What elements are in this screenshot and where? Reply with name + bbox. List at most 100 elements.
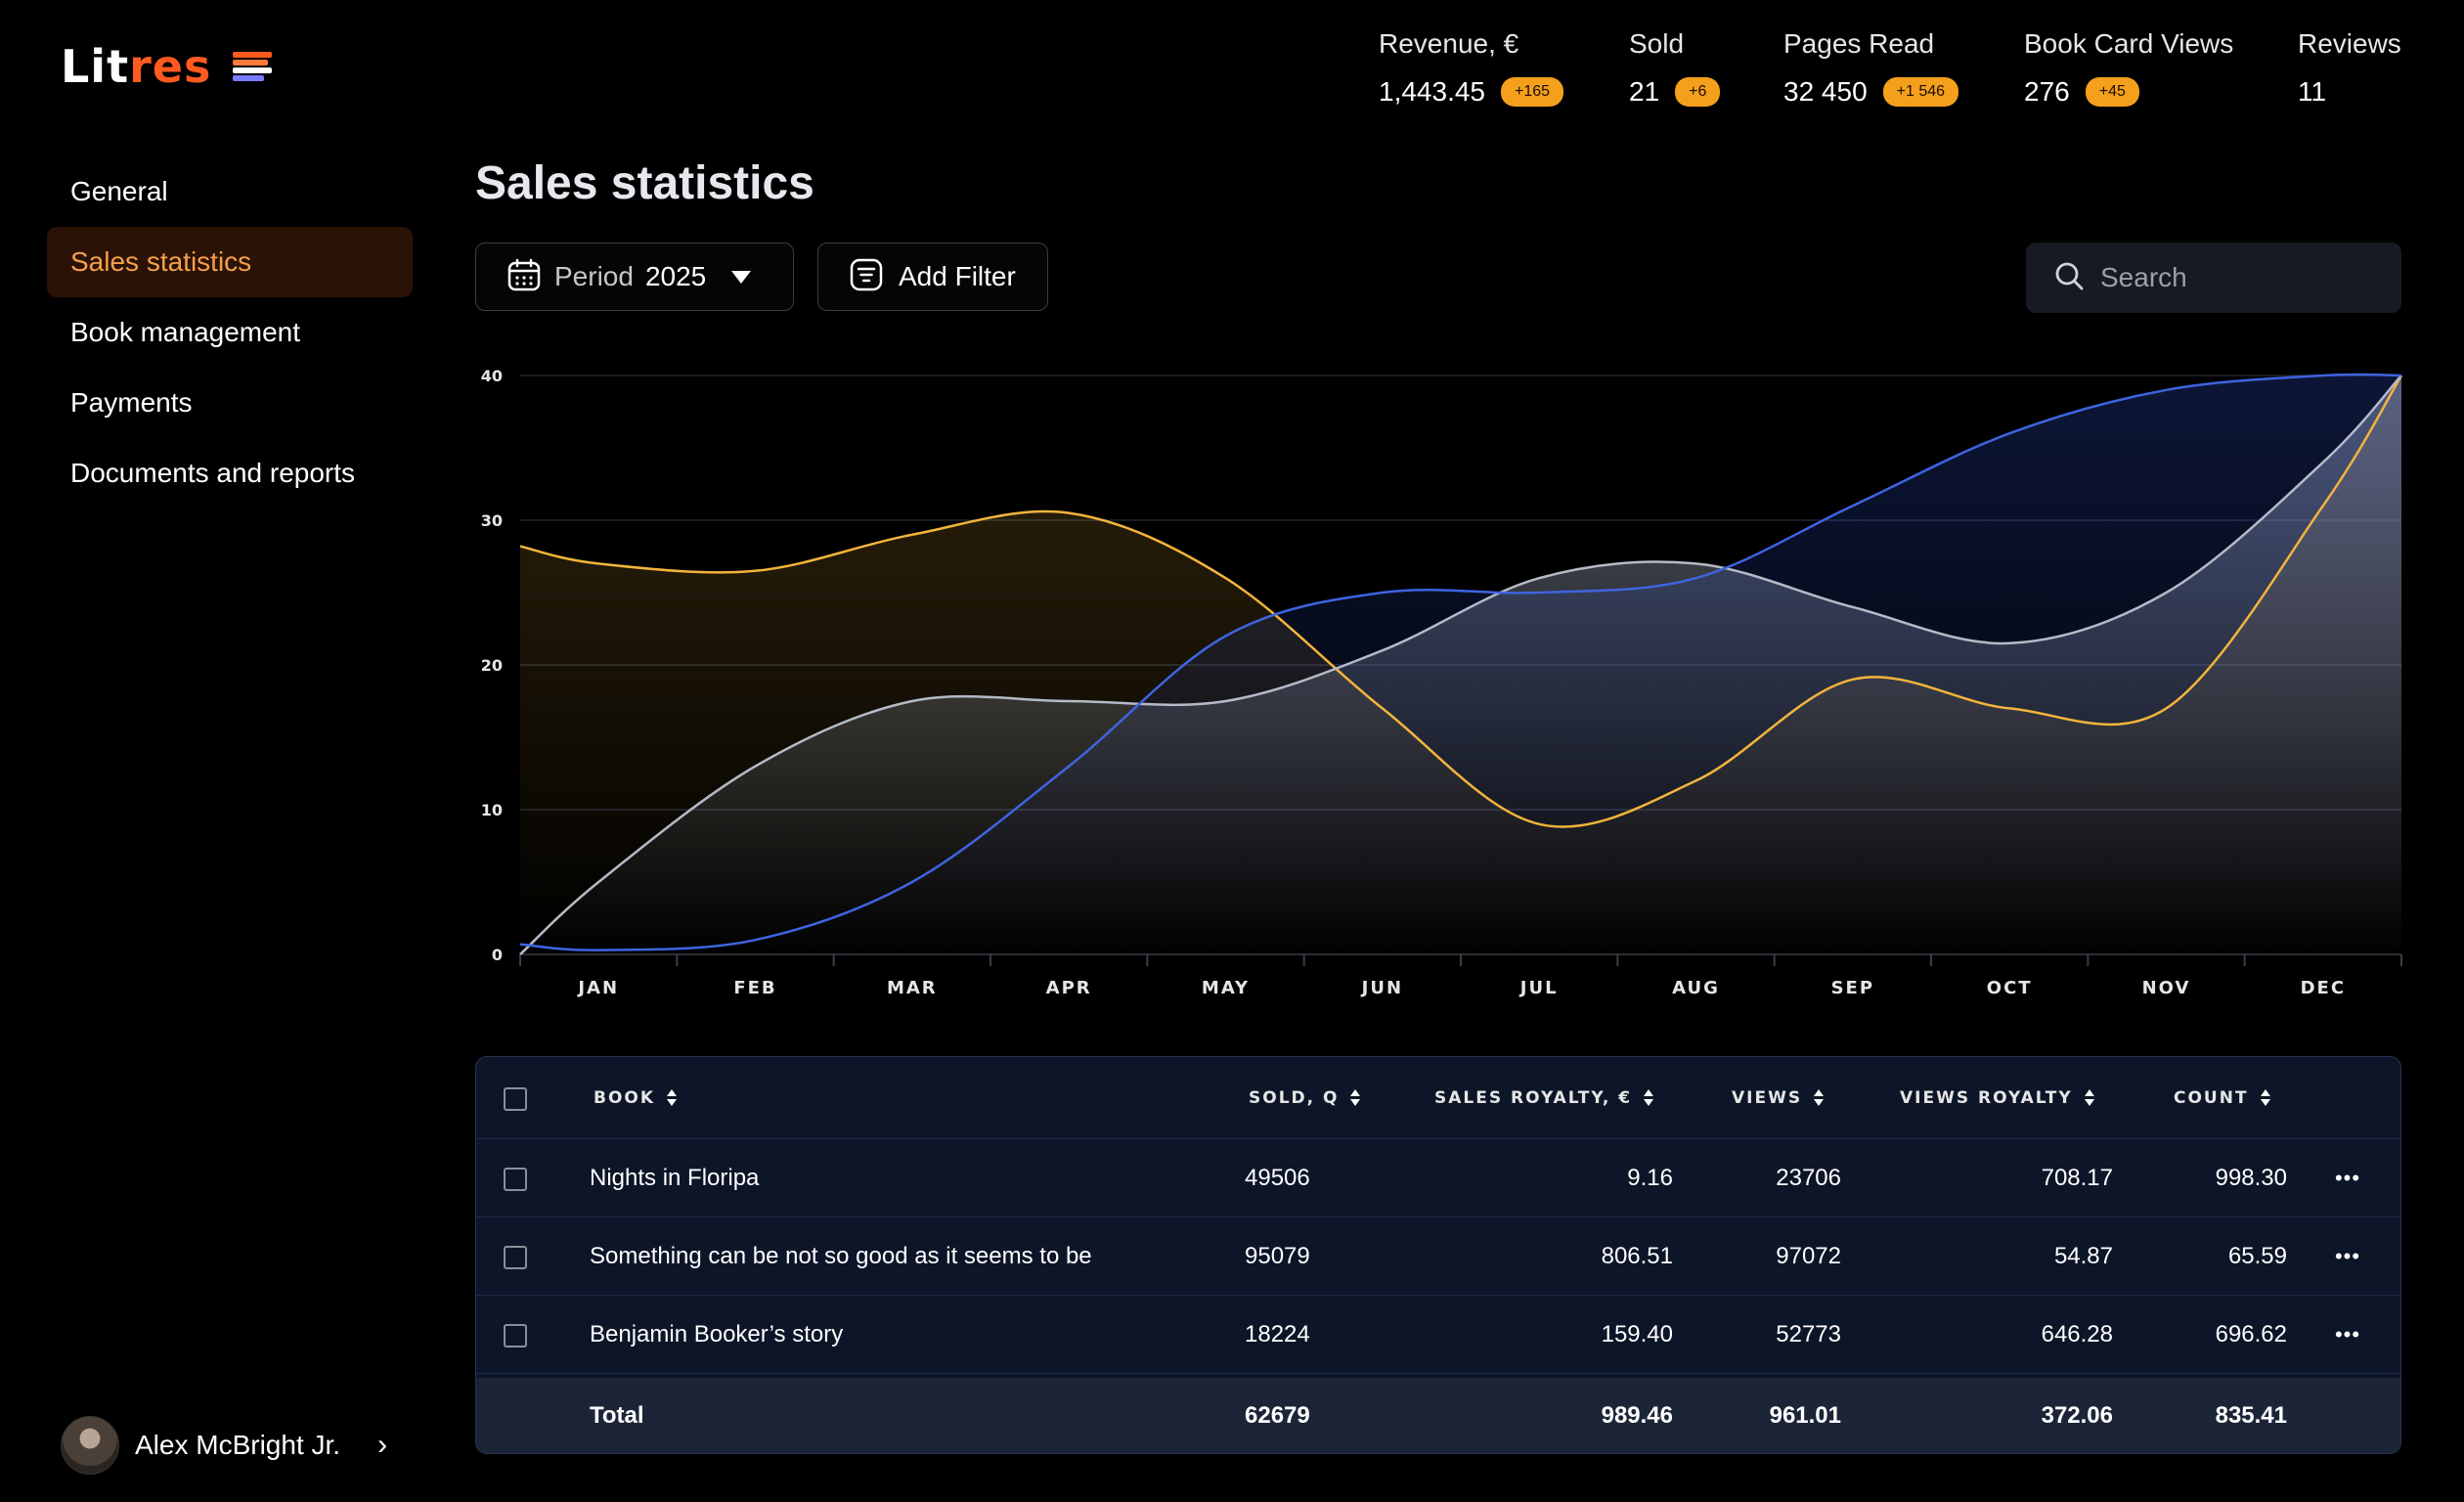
stat-value: 1,443.45 — [1379, 76, 1485, 107]
search-box — [2026, 243, 2401, 313]
column-header-views-royalty[interactable]: VIEWS ROYALTY — [1900, 1057, 2094, 1138]
stat-value: 276 — [2024, 76, 2070, 107]
x-tick-label: OCT — [1987, 978, 2033, 998]
sidebar-item-book-management[interactable]: Book management — [47, 297, 413, 368]
sort-icon — [1814, 1089, 1825, 1106]
total-views: 961.01 — [1769, 1402, 1841, 1429]
period-value: 2025 — [644, 261, 707, 291]
column-header-sales-royalty[interactable]: SALES ROYALTY, € — [1434, 1057, 1654, 1138]
stat-label: Reviews — [2298, 28, 2401, 59]
table-row[interactable]: Nights in Floripa 49506 9.16 23706 708.1… — [476, 1139, 2400, 1217]
filter-icon — [850, 258, 883, 296]
stat-change-badge: +165 — [1501, 77, 1564, 107]
row-checkbox[interactable] — [504, 1323, 527, 1347]
x-tick-label: JUL — [1518, 978, 1559, 998]
table-header-row: BOOK SOLD, Q SALES ROYALTY, € VIEWS VIEW… — [476, 1057, 2400, 1139]
stat-book-card-views: Book Card Views 276 +45 — [2024, 27, 2233, 110]
add-filter-button[interactable]: Add Filter — [817, 243, 1048, 311]
select-all-checkbox[interactable] — [504, 1086, 527, 1111]
sort-icon — [1644, 1089, 1654, 1106]
x-tick-label: JUN — [1360, 978, 1403, 998]
stat-label: Sold — [1629, 28, 1685, 59]
column-header-views[interactable]: VIEWS — [1732, 1057, 1825, 1138]
more-options-icon[interactable]: ••• — [2328, 1139, 2367, 1216]
sidebar-item-payments[interactable]: Payments — [47, 368, 413, 438]
y-tick-label: 20 — [481, 656, 503, 675]
cell-views-royalty: 54.87 — [2053, 1242, 2113, 1269]
x-tick-label: NOV — [2142, 978, 2191, 998]
stat-sold: Sold 21 +6 — [1629, 27, 1721, 110]
litres-logo[interactable]: Litres — [61, 39, 273, 94]
cell-book: Benjamin Booker’s story — [590, 1320, 844, 1347]
page-title: Sales statistics — [475, 157, 814, 209]
stat-value: 11 — [2298, 76, 2327, 107]
y-tick-label: 30 — [481, 511, 503, 530]
x-tick-label: FEB — [733, 978, 776, 998]
cell-views: 52773 — [1776, 1320, 1841, 1347]
more-options-icon[interactable]: ••• — [2328, 1296, 2367, 1373]
stat-revenue: Revenue, € 1,443.45 +165 — [1379, 27, 1564, 110]
period-select[interactable]: Period 2025 — [475, 243, 794, 311]
x-tick-label: AUG — [1672, 978, 1720, 998]
cell-sold: 95079 — [1245, 1242, 1310, 1269]
stat-label: Pages Read — [1783, 28, 1935, 59]
row-checkbox[interactable] — [504, 1167, 527, 1191]
sidebar-nav: General Sales statistics Book management… — [47, 156, 413, 508]
cell-sold: 49506 — [1245, 1164, 1310, 1191]
x-tick-label: MAY — [1202, 978, 1250, 998]
stat-change-badge: +6 — [1675, 77, 1721, 107]
period-label: Period — [554, 261, 634, 291]
add-filter-label: Add Filter — [899, 261, 1016, 291]
stat-pages-read: Pages Read 32 450 +1 546 — [1783, 27, 1959, 110]
column-header-count[interactable]: COUNT — [2174, 1057, 2270, 1138]
logo-text: Litres — [61, 40, 212, 93]
cell-count: 65.59 — [2227, 1242, 2287, 1269]
table-total-row: Total 62679 989.46 961.01 372.06 835.41 — [476, 1378, 2400, 1453]
cell-views: 23706 — [1776, 1164, 1841, 1191]
cell-sales-royalty: 159.40 — [1601, 1320, 1673, 1347]
sidebar-item-general[interactable]: General — [47, 156, 413, 227]
column-header-sold[interactable]: SOLD, Q — [1249, 1057, 1361, 1138]
x-tick-label: APR — [1046, 978, 1092, 998]
user-name: Alex McBright Jr. — [135, 1430, 341, 1460]
total-views-royalty: 372.06 — [2041, 1402, 2113, 1429]
x-tick-label: DEC — [2301, 978, 2346, 998]
stat-change-badge: +1 546 — [1882, 77, 1959, 107]
avatar — [61, 1416, 119, 1475]
stat-label: Book Card Views — [2024, 28, 2234, 59]
stat-change-badge: +45 — [2085, 77, 2139, 107]
cell-book: Nights in Floripa — [590, 1164, 760, 1191]
cell-sales-royalty: 806.51 — [1601, 1242, 1673, 1269]
table-row[interactable]: Something can be not so good as it seems… — [476, 1217, 2400, 1296]
x-tick-label: MAR — [887, 978, 938, 998]
calendar-icon — [507, 258, 541, 296]
sort-icon — [1350, 1089, 1361, 1106]
y-tick-label: 40 — [481, 367, 503, 385]
more-options-icon[interactable]: ••• — [2328, 1217, 2367, 1295]
user-menu[interactable]: Alex McBright Jr. › — [61, 1416, 387, 1475]
total-sales-royalty: 989.46 — [1601, 1402, 1673, 1429]
row-checkbox[interactable] — [504, 1245, 527, 1269]
sidebar-item-sales-statistics[interactable]: Sales statistics — [47, 227, 413, 297]
cell-views: 97072 — [1776, 1242, 1841, 1269]
cell-sales-royalty: 9.16 — [1627, 1164, 1673, 1191]
x-tick-label: SEP — [1831, 978, 1874, 998]
sort-icon — [2084, 1089, 2094, 1106]
total-count: 835.41 — [2215, 1402, 2287, 1429]
logo-mark-icon — [233, 52, 273, 81]
books-table: BOOK SOLD, Q SALES ROYALTY, € VIEWS VIEW… — [475, 1056, 2401, 1454]
caret-down-icon — [731, 270, 752, 284]
table-row[interactable]: Benjamin Booker’s story 18224 159.40 527… — [476, 1296, 2400, 1374]
column-header-book[interactable]: BOOK — [594, 1057, 678, 1138]
sidebar-item-documents-and-reports[interactable]: Documents and reports — [47, 438, 413, 508]
cell-sold: 18224 — [1245, 1320, 1310, 1347]
cell-book: Something can be not so good as it seems… — [590, 1242, 1092, 1269]
total-sold: 62679 — [1245, 1402, 1310, 1429]
x-tick-label: JAN — [576, 978, 619, 998]
sales-chart-svg: 0 10 20 30 40 JAN FEB MAR APR MAY JUN JUL AUG SEP OCT N… — [481, 367, 2403, 998]
cell-count: 696.62 — [2215, 1320, 2287, 1347]
sort-icon — [667, 1089, 678, 1106]
stat-reviews: Reviews 11 — [2298, 27, 2401, 110]
sort-icon — [2260, 1089, 2270, 1106]
search-input[interactable] — [2098, 261, 2396, 294]
